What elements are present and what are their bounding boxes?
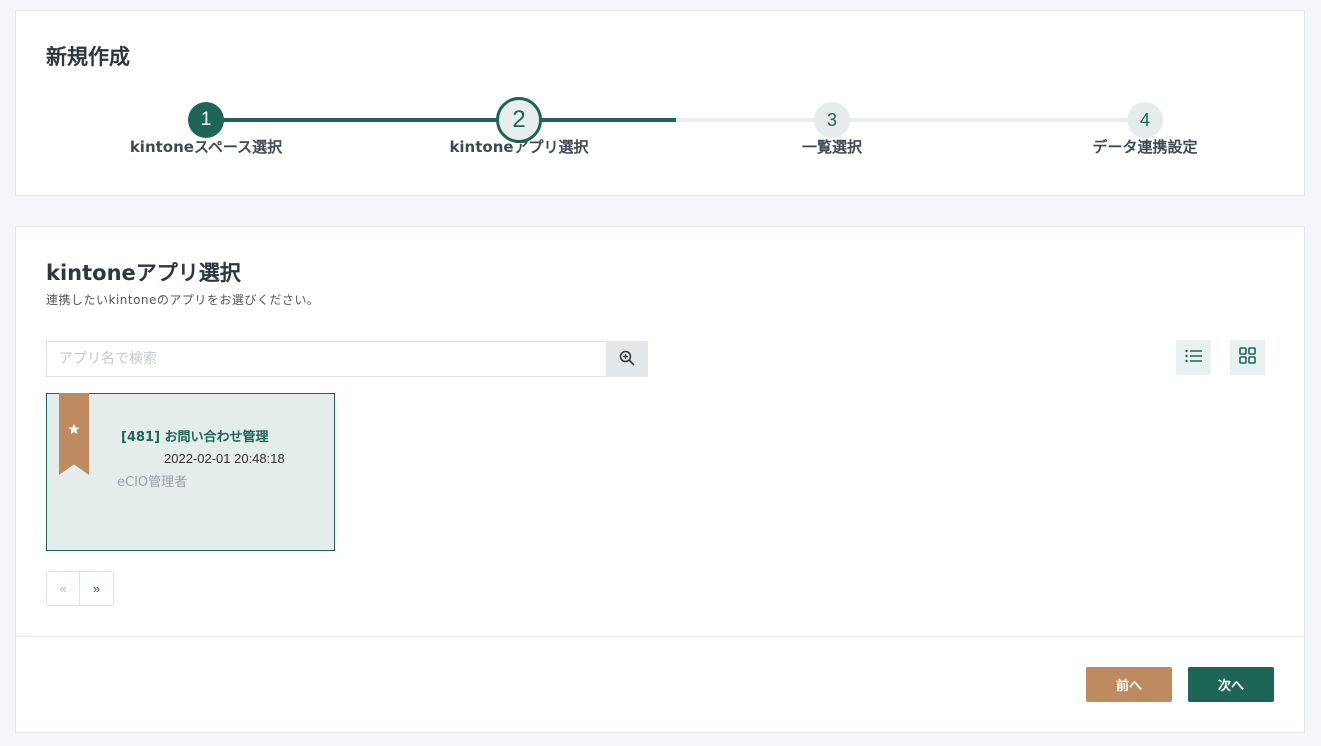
page-title: 新規作成	[46, 45, 130, 69]
app-card-date: 2022-02-01 20:48:18	[164, 451, 285, 466]
progress-panel: 新規作成 1 kintoneスペース選択 2 kintoneアプリ選択 3 一覧…	[15, 10, 1305, 196]
step-4-circle: 4	[1127, 102, 1163, 138]
app-selection-panel: kintoneアプリ選択 連携したいkintoneのアプリをお選びください。 ア…	[15, 226, 1305, 733]
step-3: 3 一覧選択	[732, 101, 932, 157]
search-box	[46, 341, 648, 377]
step-4: 4 データ連携設定	[1045, 101, 1245, 157]
list-view-button[interactable]	[1176, 340, 1211, 375]
app-card-title: [481] お問い合わせ管理	[121, 430, 269, 445]
next-button[interactable]: 次へ	[1188, 667, 1274, 702]
list-icon	[1184, 348, 1203, 367]
step-1: 1 kintoneスペース選択	[106, 101, 306, 157]
footer-divider	[16, 636, 1304, 637]
star-bookmark-icon	[68, 420, 80, 475]
grid-icon	[1239, 347, 1256, 368]
favorite-ribbon	[59, 393, 89, 475]
step-1-label: kintoneスペース選択	[129, 138, 283, 156]
app-card-owner: eCIO管理者	[117, 475, 188, 490]
step-2-label: kintoneアプリ選択	[449, 138, 589, 156]
step-3-circle: 3	[814, 102, 850, 138]
search-input[interactable]	[46, 341, 607, 377]
search-button[interactable]	[606, 341, 648, 377]
back-button[interactable]: 前へ	[1086, 667, 1172, 702]
section-title: kintoneアプリ選択	[46, 261, 241, 285]
step-3-label: 一覧選択	[801, 138, 862, 156]
step-1-circle: 1	[188, 102, 224, 138]
grid-view-button[interactable]	[1230, 340, 1265, 375]
pagination-next-button[interactable]: »	[80, 571, 114, 606]
step-4-label: データ連携設定	[1092, 138, 1198, 156]
app-card[interactable]: [481] お問い合わせ管理 2022-02-01 20:48:18 eCIO管…	[46, 393, 335, 551]
section-description: 連携したいkintoneのアプリをお選びください。	[46, 293, 320, 307]
pagination-prev-button[interactable]: «	[46, 571, 80, 606]
step-2: 2 kintoneアプリ選択	[419, 97, 619, 157]
zoom-in-icon	[619, 350, 635, 369]
pagination: « »	[46, 571, 114, 606]
